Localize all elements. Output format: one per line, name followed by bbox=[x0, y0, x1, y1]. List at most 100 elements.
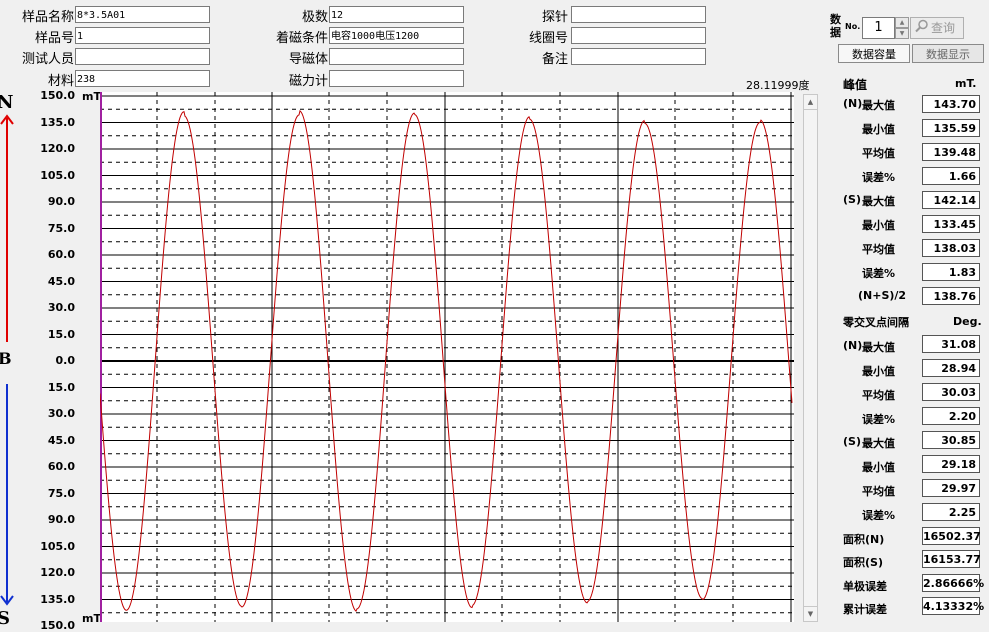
n-max-label: 最大值 bbox=[862, 99, 895, 112]
magnetizing-field[interactable]: 电容1000电压1200 bbox=[329, 27, 464, 44]
zs-max-value: 30.85 bbox=[922, 431, 980, 449]
poles-field[interactable]: 12 bbox=[329, 6, 464, 23]
tester-field[interactable] bbox=[75, 48, 210, 65]
zs-avg-label: 平均值 bbox=[862, 485, 895, 498]
n-avg-label: 平均值 bbox=[862, 147, 895, 160]
coil-no-label: 线圈号 bbox=[528, 31, 568, 46]
zero-cross-unit: Deg. bbox=[953, 315, 982, 328]
spin-down-button[interactable]: ▼ bbox=[895, 28, 909, 39]
magnetometer-field[interactable] bbox=[329, 70, 464, 87]
peak-unit: mT. bbox=[955, 77, 977, 90]
total-error-label: 累计误差 bbox=[843, 603, 887, 616]
record-label-top: 数 bbox=[830, 13, 841, 26]
s-max-label: 最大值 bbox=[862, 195, 895, 208]
magnetometer-label: 磁力计 bbox=[288, 74, 328, 89]
vertical-scrollbar[interactable]: ▲ ▼ bbox=[803, 94, 818, 622]
waveform-chart bbox=[100, 92, 794, 622]
zn-max-label: 最大值 bbox=[862, 341, 895, 354]
n-err-label: 误差% bbox=[862, 171, 896, 184]
s-min-value: 133.45 bbox=[922, 215, 980, 233]
zn-min-label: 最小值 bbox=[862, 365, 895, 378]
zn-max-value: 31.08 bbox=[922, 335, 980, 353]
sample-no-field[interactable]: 1 bbox=[75, 27, 210, 44]
zs-prefix: (S) bbox=[843, 435, 861, 448]
n-err-value: 1.66 bbox=[922, 167, 980, 185]
s-err-value: 1.83 bbox=[922, 263, 980, 281]
y-tick-label: 15.0 bbox=[47, 380, 75, 394]
record-label: 数 据 bbox=[830, 13, 841, 39]
y-tick-label: 45.0 bbox=[47, 433, 75, 447]
y-tick-label: 105.0 bbox=[40, 539, 75, 553]
area-n-value: 16502.37 bbox=[922, 527, 981, 545]
y-tick-label: 135.0 bbox=[40, 592, 75, 606]
y-tick-label: 60.0 bbox=[47, 248, 75, 261]
probe-field[interactable] bbox=[571, 6, 706, 23]
south-label: S bbox=[0, 608, 10, 629]
probe-label: 探针 bbox=[541, 10, 568, 25]
n-min-value: 135.59 bbox=[922, 119, 980, 137]
y-tick-label: 75.0 bbox=[47, 221, 75, 235]
sample-name-field[interactable]: 8*3.5A01 bbox=[75, 6, 210, 23]
s-avg-label: 平均值 bbox=[862, 243, 895, 256]
tab-data-capacity[interactable]: 数据容量 bbox=[838, 44, 910, 63]
single-error-value: 2.86666% bbox=[922, 574, 984, 592]
single-error-label: 单极误差 bbox=[843, 580, 887, 593]
n-prefix: (N) bbox=[843, 97, 863, 110]
yoke-field[interactable] bbox=[329, 48, 464, 65]
zs-min-label: 最小值 bbox=[862, 461, 895, 474]
n-max-value: 143.70 bbox=[922, 95, 980, 113]
y-tick-label: 135.0 bbox=[40, 115, 75, 129]
tester-label: 测试人员 bbox=[21, 52, 74, 67]
scroll-up-icon[interactable]: ▲ bbox=[804, 95, 817, 110]
zn-err-value: 2.20 bbox=[922, 407, 980, 425]
zs-max-label: 最大值 bbox=[862, 437, 895, 450]
poles-label: 极数 bbox=[301, 10, 328, 25]
n-min-label: 最小值 bbox=[862, 123, 895, 136]
y-tick-label: 30.0 bbox=[47, 407, 75, 420]
peak-header: 峰值 bbox=[843, 78, 868, 92]
y-tick-label: 60.0 bbox=[47, 460, 75, 473]
zn-avg-value: 30.03 bbox=[922, 383, 980, 401]
sample-name-label: 样品名称 bbox=[21, 10, 74, 25]
y-tick-label: 150.0 bbox=[40, 89, 75, 102]
y-tick-label: 150.0 bbox=[40, 619, 75, 632]
s-min-label: 最小值 bbox=[862, 219, 895, 232]
y-tick-label: 75.0 bbox=[47, 486, 75, 500]
tab-data-display[interactable]: 数据显示 bbox=[912, 44, 984, 63]
y-unit-label-bottom: mT bbox=[82, 612, 101, 625]
search-icon bbox=[915, 19, 929, 39]
zs-err-label: 误差% bbox=[862, 509, 896, 522]
yoke-label: 导磁体 bbox=[288, 52, 328, 67]
area-s-label: 面积(S) bbox=[843, 556, 883, 569]
no-label: No. bbox=[845, 22, 861, 31]
s-max-value: 142.14 bbox=[922, 191, 980, 209]
ns-half-label: (N+S)/2 bbox=[858, 289, 907, 302]
coil-no-field[interactable] bbox=[571, 27, 706, 44]
record-number-input[interactable]: 1 bbox=[862, 17, 895, 39]
zs-avg-value: 29.97 bbox=[922, 479, 980, 497]
y-tick-label: 30.0 bbox=[47, 301, 75, 314]
y-tick-label: 90.0 bbox=[47, 195, 75, 208]
zs-min-value: 29.18 bbox=[922, 455, 980, 473]
s-prefix: (S) bbox=[843, 193, 861, 206]
y-tick-label: 90.0 bbox=[47, 513, 75, 526]
magnetizing-label: 着磁条件 bbox=[275, 31, 328, 46]
query-button[interactable]: 查询 bbox=[910, 17, 964, 39]
angle-readout: 28.11999度 bbox=[746, 79, 810, 92]
ns-half-value: 138.76 bbox=[922, 287, 980, 305]
remark-field[interactable] bbox=[571, 48, 706, 65]
n-avg-value: 139.48 bbox=[922, 143, 980, 161]
spin-up-button[interactable]: ▲ bbox=[895, 17, 909, 28]
material-label: 材料 bbox=[47, 74, 74, 89]
scroll-down-icon[interactable]: ▼ bbox=[804, 606, 817, 621]
zero-cross-header: 零交叉点间隔 bbox=[843, 316, 909, 329]
total-error-value: 4.13332% bbox=[922, 597, 984, 615]
zn-prefix: (N) bbox=[843, 339, 863, 352]
y-tick-label: 45.0 bbox=[47, 274, 75, 288]
sample-no-label: 样品号 bbox=[34, 31, 74, 46]
material-field[interactable]: 238 bbox=[75, 70, 210, 87]
y-tick-label: 0.0 bbox=[55, 354, 76, 367]
zn-min-value: 28.94 bbox=[922, 359, 980, 377]
area-s-value: 16153.77 bbox=[922, 550, 981, 568]
y-tick-label: 15.0 bbox=[47, 327, 75, 341]
